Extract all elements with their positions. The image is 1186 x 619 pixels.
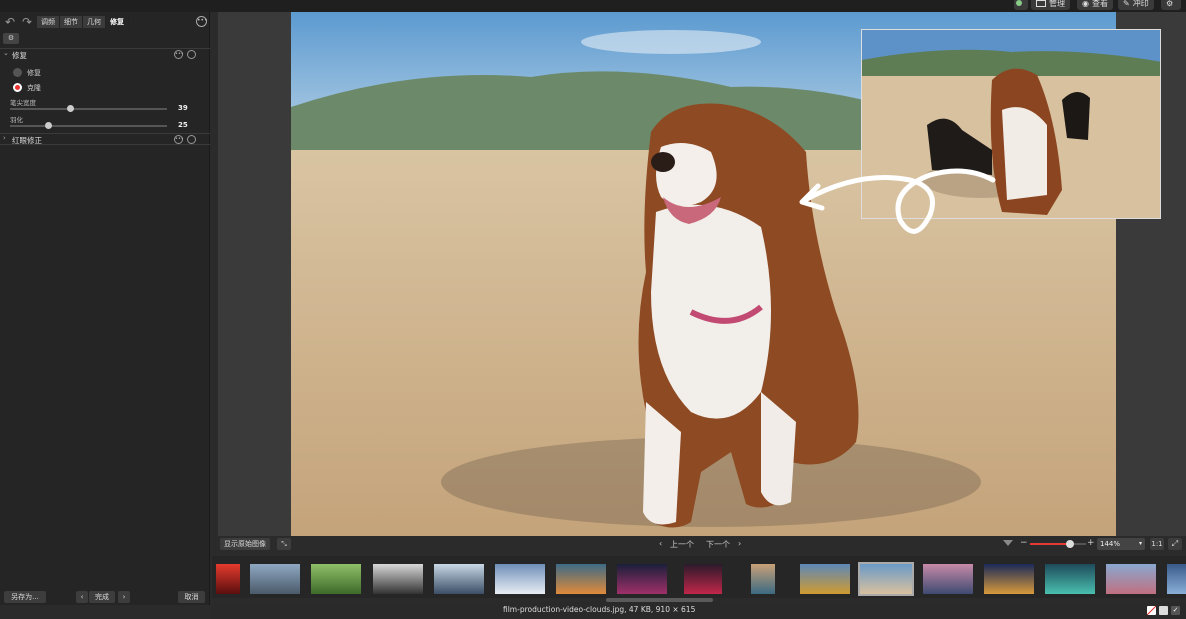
prev-edit-button[interactable]: ‹ xyxy=(76,591,88,603)
zoom-slider-fill xyxy=(1030,543,1071,545)
edit-tabs: 调频 细节 几何 修复 xyxy=(37,16,129,28)
fit-icon[interactable]: ⤡ xyxy=(277,538,291,550)
zoom-dropdown-icon[interactable] xyxy=(1003,540,1013,546)
thumbnail[interactable] xyxy=(1167,564,1186,594)
thumbnail[interactable] xyxy=(984,564,1034,594)
zoom-slider[interactable] xyxy=(1030,540,1086,548)
manage-button[interactable]: 管理 xyxy=(1031,0,1070,10)
next-image-link[interactable]: 下一个 xyxy=(706,539,730,550)
develop-icon: ✎ xyxy=(1123,0,1130,8)
next-arrow-icon[interactable]: › xyxy=(738,539,741,548)
chevron-right-icon: › xyxy=(3,134,6,142)
mic-icon[interactable] xyxy=(1014,0,1028,10)
cancel-button[interactable]: 取消 xyxy=(178,591,205,603)
tab-geometry[interactable]: 几何 xyxy=(83,16,106,28)
clone-arrow-icon xyxy=(799,168,996,234)
tab-detail[interactable]: 细节 xyxy=(60,16,83,28)
done-button[interactable]: 完成 xyxy=(89,591,115,603)
feather-slider[interactable] xyxy=(10,122,167,129)
zoom-level-field[interactable]: 144% ▾ xyxy=(1097,538,1145,550)
top-bar: 管理 ◉ 查看 ✎ 冲印 ⚙ xyxy=(0,0,1186,12)
background-white-icon[interactable] xyxy=(1159,606,1168,615)
feather-value: 25 xyxy=(178,121,188,129)
tab-repair[interactable]: 修复 xyxy=(106,16,129,28)
redeye-section-title: 红眼修正 xyxy=(12,136,42,145)
zoom-chevron-icon: ▾ xyxy=(1138,540,1142,547)
thumbnail[interactable] xyxy=(684,564,722,594)
thumbnail[interactable] xyxy=(373,564,423,594)
thumbnail[interactable] xyxy=(1045,564,1095,594)
mode-repair-radio[interactable] xyxy=(13,68,22,77)
show-original-button[interactable]: 显示原始图像 xyxy=(220,538,270,550)
thumbnail[interactable] xyxy=(311,564,361,594)
view-button[interactable]: ◉ 查看 xyxy=(1077,0,1113,10)
grid-icon xyxy=(1036,0,1046,7)
prev-image-link[interactable]: 上一个 xyxy=(670,539,694,550)
thumbnail[interactable] xyxy=(1106,564,1156,594)
next-edit-button[interactable]: › xyxy=(118,591,130,603)
develop-button[interactable]: ✎ 冲印 xyxy=(1118,0,1154,10)
thumbnail[interactable] xyxy=(250,564,300,594)
brush-width-value: 39 xyxy=(178,104,188,112)
repair-section-header[interactable]: ⌄ 修复 ••• xyxy=(0,48,210,60)
thumbnail-selected[interactable] xyxy=(858,562,914,596)
thumbnail[interactable] xyxy=(751,564,775,594)
brush-width-label: 笔尖宽度 xyxy=(10,99,36,107)
thumbnail[interactable] xyxy=(434,564,484,594)
zoom-value: 144% xyxy=(1100,540,1121,548)
app-window: 管理 ◉ 查看 ✎ 冲印 ⚙ ↶ ↷ 调频 细节 几何 修复 ••• ⚙ ⌄ 修… xyxy=(0,0,1186,619)
manage-label: 管理 xyxy=(1049,0,1065,8)
section-more-icon[interactable]: ••• xyxy=(174,50,184,59)
thumbnail[interactable] xyxy=(800,564,850,594)
more-options-icon[interactable]: ••• xyxy=(196,16,208,27)
thumbnail[interactable] xyxy=(216,564,240,594)
save-as-button[interactable]: 另存为... xyxy=(4,591,46,603)
status-bar xyxy=(212,602,1186,619)
mode-repair-label: 修复 xyxy=(27,69,41,77)
thumbnail[interactable] xyxy=(556,564,606,594)
mode-clone-label: 克隆 xyxy=(27,84,41,92)
brush-width-knob[interactable] xyxy=(67,105,74,112)
file-info: film-production-video-clouds.jpg, 47 KB,… xyxy=(503,605,696,614)
tab-adjust[interactable]: 调频 xyxy=(37,16,60,28)
develop-label: 冲印 xyxy=(1132,0,1149,8)
chevron-down-icon: ⌄ xyxy=(3,49,9,57)
redeye-more-icon[interactable]: ••• xyxy=(174,135,184,144)
brush-width-slider[interactable] xyxy=(10,105,167,112)
thumbnail[interactable] xyxy=(495,564,545,594)
thumbnail[interactable] xyxy=(923,564,973,594)
mode-clone-radio[interactable] xyxy=(13,83,22,92)
check-icon[interactable]: ✓ xyxy=(1171,606,1180,615)
redo-icon[interactable]: ↷ xyxy=(22,15,36,29)
repair-section-title: 修复 xyxy=(12,51,27,60)
preset-gear-icon[interactable]: ⚙ xyxy=(3,33,19,44)
section-toggle-icon[interactable] xyxy=(187,50,196,59)
fullscreen-icon[interactable]: ⤢ xyxy=(1168,538,1182,550)
eye-icon: ◉ xyxy=(1082,0,1089,8)
redeye-section-header[interactable]: › 红眼修正 ••• xyxy=(0,133,210,145)
actual-size-button[interactable]: 1:1 xyxy=(1150,538,1164,550)
prev-arrow-icon[interactable]: ‹ xyxy=(659,539,662,548)
thumbnail[interactable] xyxy=(617,564,667,594)
no-color-icon[interactable] xyxy=(1147,606,1156,615)
feather-knob[interactable] xyxy=(45,122,52,129)
edit-panel: ↶ ↷ 调频 细节 几何 修复 ••• ⚙ ⌄ 修复 ••• 修复 克隆 笔尖宽… xyxy=(0,12,210,605)
redeye-toggle-icon[interactable] xyxy=(187,135,196,144)
feather-label: 羽化 xyxy=(10,116,23,124)
filmstrip xyxy=(212,556,1186,598)
undo-icon[interactable]: ↶ xyxy=(5,15,19,29)
zoom-in-icon[interactable]: + xyxy=(1087,538,1095,548)
view-label: 查看 xyxy=(1091,0,1108,8)
share-icon: ⚙ xyxy=(1166,0,1174,8)
share-button[interactable]: ⚙ xyxy=(1161,0,1181,10)
edit-footer: 另存为... ‹ 完成 › 取消 xyxy=(0,589,210,605)
zoom-out-icon[interactable]: − xyxy=(1020,538,1028,548)
